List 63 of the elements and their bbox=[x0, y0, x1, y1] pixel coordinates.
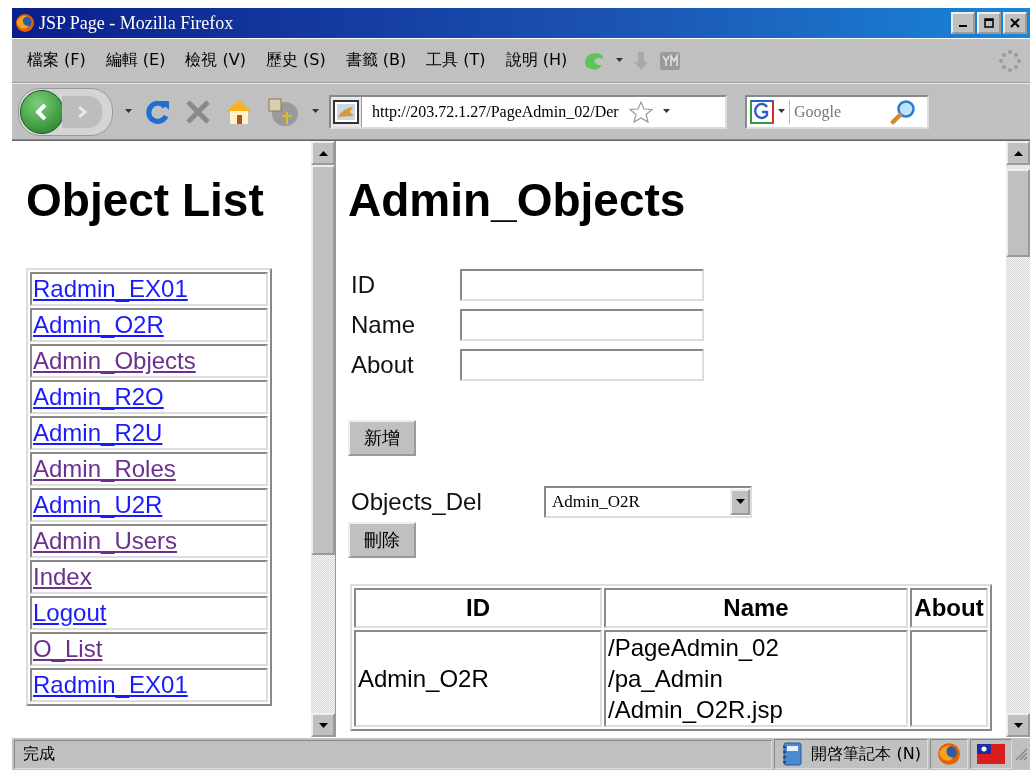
delete-button[interactable]: 刪除 bbox=[348, 521, 416, 558]
scrollbar[interactable] bbox=[1006, 141, 1030, 737]
scroll-up-icon[interactable] bbox=[1013, 150, 1023, 156]
text-field[interactable] bbox=[460, 348, 704, 381]
field-label: About bbox=[351, 350, 415, 379]
object-dropdown[interactable]: Admin_O2R bbox=[544, 485, 752, 518]
menu-item[interactable]: 說明 (H) bbox=[500, 50, 573, 71]
field-label: Objects_Del bbox=[351, 487, 483, 516]
caret-icon bbox=[735, 499, 745, 505]
star-icon[interactable] bbox=[628, 100, 653, 123]
caret-icon[interactable] bbox=[662, 109, 670, 114]
address-field[interactable]: http://203.72.1.27/PageAdmin_02/Der bbox=[329, 94, 727, 129]
home-icon[interactable] bbox=[224, 97, 254, 126]
back-button[interactable] bbox=[20, 89, 64, 134]
search-bar[interactable]: Google bbox=[745, 94, 929, 129]
column-header: ID bbox=[354, 587, 602, 628]
url-text: http://203.72.1.27/PageAdmin_02/Der bbox=[372, 102, 619, 121]
minimize-icon bbox=[959, 25, 967, 27]
maximize-icon bbox=[984, 18, 994, 28]
site-icon bbox=[331, 96, 362, 127]
g-icon[interactable] bbox=[750, 99, 774, 124]
scroll-down-icon[interactable] bbox=[318, 722, 328, 728]
menu-item[interactable]: 工具 (T) bbox=[421, 50, 491, 71]
search-icon[interactable] bbox=[890, 98, 916, 125]
object-link[interactable]: Index bbox=[33, 562, 92, 590]
caret-icon[interactable] bbox=[125, 109, 132, 114]
table-cell: /PageAdmin_02/pa_Admin/Admin_O2R.jsp bbox=[604, 629, 908, 727]
text-field[interactable] bbox=[460, 308, 704, 341]
page-heading: Object List bbox=[26, 175, 265, 226]
text-field[interactable] bbox=[460, 268, 704, 301]
field-label: ID bbox=[351, 270, 376, 299]
close-icon bbox=[1010, 18, 1020, 28]
menu-item[interactable]: 編輯 (E) bbox=[100, 50, 171, 71]
menu-item[interactable]: 檔案 (F) bbox=[22, 50, 91, 71]
firefox-icon bbox=[15, 13, 35, 33]
table-cell: Admin_O2R bbox=[354, 629, 602, 727]
menu-item[interactable]: 檢視 (V) bbox=[180, 50, 251, 71]
column-header: About bbox=[910, 587, 988, 628]
firefox-icon[interactable] bbox=[937, 742, 961, 766]
resize-grip-icon bbox=[1014, 747, 1028, 761]
menu-item[interactable]: 歷史 (S) bbox=[261, 50, 331, 71]
caret-icon[interactable] bbox=[778, 109, 785, 114]
notebook-icon bbox=[781, 742, 804, 766]
add-button[interactable]: 新增 bbox=[348, 419, 416, 456]
throbber-icon bbox=[998, 48, 1022, 73]
page-heading: Admin_Objects bbox=[348, 175, 687, 226]
status-text: 完成 bbox=[14, 739, 773, 769]
field-label: Name bbox=[351, 310, 417, 339]
scroll-thumb[interactable] bbox=[1006, 169, 1030, 257]
notebook-button[interactable]: 開啓筆記本 (N) bbox=[774, 739, 928, 769]
minimize-button[interactable] bbox=[951, 12, 975, 34]
caret-icon[interactable] bbox=[312, 109, 319, 114]
scroll-down-icon[interactable] bbox=[1013, 722, 1023, 728]
scroll-thumb[interactable] bbox=[311, 165, 335, 555]
scroll-up-icon[interactable] bbox=[318, 150, 328, 156]
menu-item[interactable]: 書籤 (B) bbox=[340, 50, 412, 71]
scrollbar[interactable] bbox=[311, 141, 335, 737]
caret-icon[interactable] bbox=[616, 58, 624, 63]
column-header: Name bbox=[604, 587, 908, 628]
flag-icon[interactable] bbox=[977, 744, 1005, 764]
maximize-button[interactable] bbox=[977, 12, 1001, 34]
close-button[interactable] bbox=[1003, 12, 1027, 34]
window-title: JSP Page - Mozilla Firefox bbox=[39, 12, 234, 34]
